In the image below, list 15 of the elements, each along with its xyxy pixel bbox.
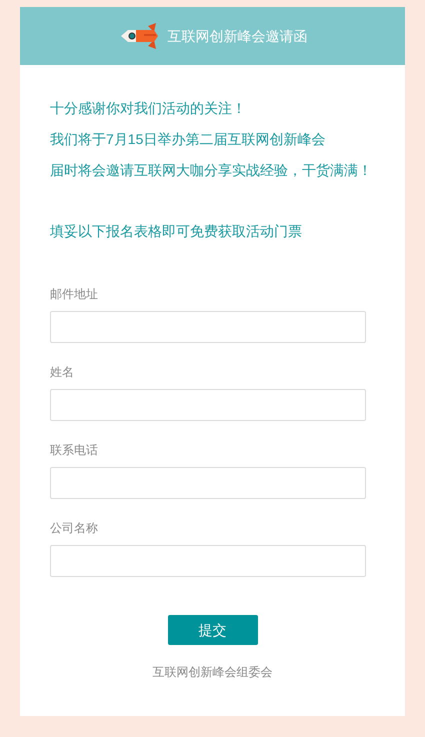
input-field[interactable]	[50, 545, 366, 577]
header-title: 互联网创新峰会邀请函	[168, 26, 308, 46]
field-label: 联系电话	[50, 443, 99, 457]
field-label: 公司名称	[50, 521, 99, 535]
field-label: 姓名	[50, 365, 75, 379]
intro-text: 届时将会邀请互联网大咖分享实战经验，干货满满！	[50, 161, 373, 180]
input-field[interactable]	[50, 467, 366, 499]
footer-text: 互联网创新峰会组委会	[152, 664, 274, 681]
field-label: 邮件地址	[50, 287, 99, 301]
input-field[interactable]	[50, 389, 366, 421]
input-field[interactable]	[50, 311, 366, 343]
intro-text: 我们将于7月15日举办第二届互联网创新峰会	[50, 130, 326, 149]
submit-button[interactable]: 提交	[168, 615, 258, 645]
call-to-action-text: 填妥以下报名表格即可免费获取活动门票	[50, 222, 303, 241]
intro-text: 十分感谢你对我们活动的关注！	[50, 99, 247, 118]
